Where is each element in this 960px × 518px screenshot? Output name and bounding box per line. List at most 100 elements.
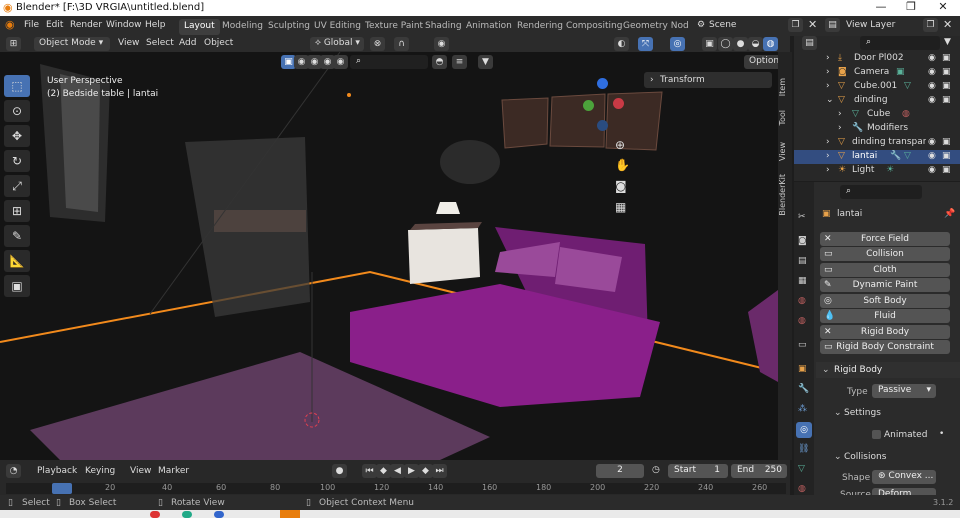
view-layer-name[interactable]: View Layer <box>846 20 895 30</box>
tab-tool[interactable]: Tool <box>778 110 792 126</box>
jump-start-icon[interactable]: ⏮ <box>362 464 377 478</box>
outliner-row-cube001[interactable]: › ▽ Cube.001 ▽ ◉ ▣ <box>794 80 960 94</box>
options-dropdown[interactable]: Options ▾ <box>744 55 778 69</box>
filter-icon[interactable]: ▼ <box>478 55 493 69</box>
tab-modeling[interactable]: Modeling <box>217 19 268 35</box>
select-box-tool-icon[interactable]: ⬚ <box>4 75 30 97</box>
menu-edit[interactable]: Edit <box>46 20 63 30</box>
blender-menu-icon[interactable]: ◉ <box>5 18 15 31</box>
add-cube-tool-icon[interactable]: ▣ <box>4 275 30 297</box>
view-layer-tab-icon[interactable]: ▦ <box>798 276 807 286</box>
menu-add[interactable]: Add <box>179 38 196 48</box>
menu-window[interactable]: Window <box>106 20 142 30</box>
eye-icon[interactable]: ◉ <box>928 67 936 77</box>
eye-icon[interactable]: ◉ <box>928 81 936 91</box>
pan-hand-icon[interactable]: ✋ <box>615 158 630 172</box>
tool-tab-icon[interactable]: ✂ <box>798 212 806 222</box>
animated-checkbox[interactable] <box>872 430 881 439</box>
rendered-shading-icon[interactable]: ◍ <box>763 37 778 51</box>
tab-layout[interactable]: Layout <box>179 19 220 35</box>
view-layer-remove-icon[interactable]: ✕ <box>943 18 952 31</box>
menu-select[interactable]: Select <box>146 38 174 48</box>
force-field-button[interactable]: ✕ Force Field <box>820 232 950 246</box>
object-tab-icon[interactable]: ▣ <box>798 364 807 374</box>
annotate-tool-icon[interactable]: ✎ <box>4 225 30 247</box>
editor-type-icon[interactable]: ⊞ <box>6 37 21 51</box>
outliner-row-door[interactable]: › ⤓ Door Pl002 ◉ ▣ <box>794 52 960 66</box>
scene-icon[interactable]: ⚙ <box>697 20 705 30</box>
scale-tool-icon[interactable]: ⤢ <box>4 175 30 197</box>
menu-timeline-view[interactable]: View <box>130 466 151 476</box>
menu-render[interactable]: Render <box>70 20 102 30</box>
tab-blenderkit[interactable]: BlenderKit <box>778 174 792 216</box>
gizmo-icon[interactable]: ⤧ <box>638 37 653 51</box>
navigation-gizmo[interactable] <box>583 78 629 131</box>
menu-view[interactable]: View <box>118 38 139 48</box>
xray-icon[interactable]: ▣ <box>702 37 717 51</box>
play-icon[interactable]: ▶ <box>404 464 419 478</box>
shading-sphere-4-icon[interactable]: ◉ <box>333 55 348 69</box>
fluid-button[interactable]: 💧 Fluid <box>820 309 950 323</box>
collisions-subpanel[interactable]: Collisions <box>844 452 886 462</box>
eye-icon[interactable]: ◉ <box>928 137 936 147</box>
stopwatch-icon[interactable]: ◷ <box>652 465 660 475</box>
prev-keyframe-icon[interactable]: ◆ <box>376 464 391 478</box>
gizmo-y-axis[interactable] <box>583 100 594 111</box>
tab-view[interactable]: View <box>778 142 792 161</box>
taskbar-app-icon[interactable] <box>182 511 192 518</box>
camera-render-icon[interactable]: ▣ <box>942 53 951 63</box>
taskbar-app-icon[interactable] <box>214 511 224 518</box>
scene-browse-icon[interactable]: ❐ <box>788 18 803 32</box>
camera-render-icon[interactable]: ▣ <box>942 137 951 147</box>
record-icon[interactable]: ● <box>332 464 347 478</box>
scene-remove-icon[interactable]: ✕ <box>808 18 817 31</box>
settings-subpanel[interactable]: Settings <box>844 408 881 418</box>
outliner-display-icon[interactable]: ▤ <box>802 36 817 50</box>
output-tab-icon[interactable]: ▤ <box>798 256 807 266</box>
eye-icon[interactable]: ◉ <box>928 151 936 161</box>
settings-chevron-icon[interactable]: ⌄ <box>834 408 842 418</box>
solid-shading-icon[interactable]: ● <box>733 37 748 51</box>
next-keyframe-icon[interactable]: ◆ <box>418 464 433 478</box>
viewport-search-input[interactable]: ⌕ <box>350 55 428 69</box>
particles-tab-icon[interactable]: ⁂ <box>798 404 807 414</box>
outliner-filter-icon[interactable]: ▼ <box>944 37 951 47</box>
wireframe-shading-icon[interactable]: ◯ <box>718 37 733 51</box>
camera-view-icon[interactable]: ◙ <box>615 179 627 193</box>
outliner-row-dinding[interactable]: ⌄ ▽ dinding ◉ ▣ <box>794 94 960 108</box>
cloth-button[interactable]: ▭ Cloth <box>820 263 950 277</box>
tab-uv-editing[interactable]: UV Editing <box>309 19 366 35</box>
gizmo-z-axis[interactable] <box>597 78 608 89</box>
tab-geometry-nodes[interactable]: Geometry Nod <box>618 19 694 35</box>
outliner-row-dinding-transparan[interactable]: › ▽ dinding transpara ◉ ▣ <box>794 136 960 150</box>
cursor-tool-icon[interactable]: ⊙ <box>4 100 30 122</box>
menu-object[interactable]: Object <box>204 38 233 48</box>
camera-render-icon[interactable]: ▣ <box>942 165 951 175</box>
gizmo-x-axis[interactable] <box>613 98 624 109</box>
render-tab-icon[interactable]: ◙ <box>798 236 807 246</box>
menu-keying[interactable]: Keying <box>85 466 115 476</box>
transform-tool-icon[interactable]: ⊞ <box>4 200 30 222</box>
tab-animation[interactable]: Animation <box>461 19 517 35</box>
tab-shading[interactable]: Shading <box>420 19 467 35</box>
type-dropdown[interactable]: Passive ▾ <box>872 384 936 398</box>
pivot-icon[interactable]: ⊗ <box>370 37 385 51</box>
start-frame-field[interactable]: Start 1 <box>668 464 728 478</box>
shape-dropdown[interactable]: ⊛ Convex ... <box>872 470 936 484</box>
outliner-row-cube[interactable]: › ▽ Cube ◍ <box>794 108 960 122</box>
eye-icon[interactable]: ◉ <box>928 53 936 63</box>
mode-dropdown[interactable]: Object Mode ▾ <box>34 37 110 51</box>
collection-icon[interactable]: ≡ <box>452 55 467 69</box>
scene-tab-icon[interactable]: ◍ <box>798 296 806 306</box>
data-tab-icon[interactable]: ▽ <box>798 464 805 474</box>
rigid-body-button[interactable]: ✕ Rigid Body <box>820 325 950 339</box>
material-shading-icon[interactable]: ◒ <box>748 37 763 51</box>
ortho-grid-icon[interactable]: ▦ <box>615 200 626 214</box>
pin-icon[interactable]: 📌 <box>944 209 955 219</box>
minimize-icon[interactable]: — <box>866 0 896 16</box>
modifier-tab-icon[interactable]: 🔧 <box>798 384 809 394</box>
overlay-icon[interactable]: ◎ <box>670 37 685 51</box>
outliner-row-modifiers[interactable]: › 🔧 Modifiers <box>794 122 960 136</box>
view-layer-icon[interactable]: ▤ <box>825 18 840 32</box>
keyframe-dot-icon[interactable]: • <box>939 429 944 439</box>
